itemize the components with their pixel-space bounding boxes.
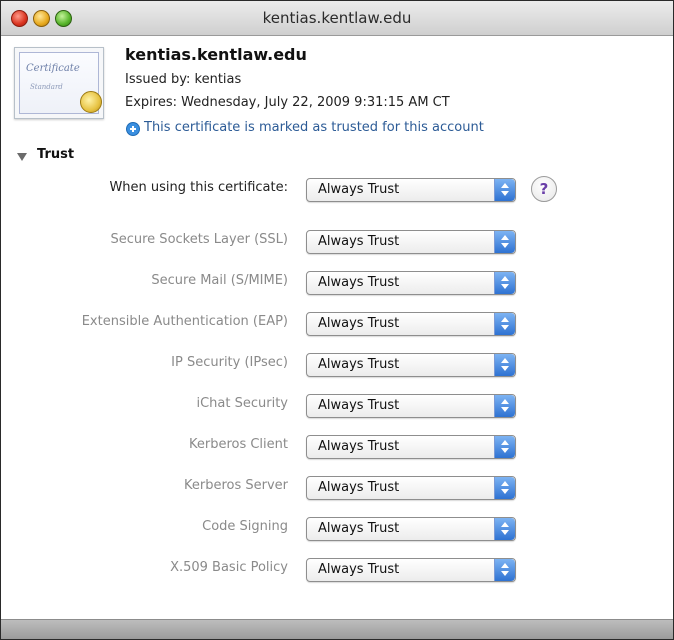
trust-section-label: Trust — [37, 147, 75, 162]
certificate-icon-text: Certificate — [26, 63, 80, 74]
policy-label-x509: X.509 Basic Policy — [170, 560, 288, 575]
popup-arrows-icon — [494, 354, 515, 376]
certificate-icon-subtext: Standard — [30, 83, 63, 91]
help-button[interactable]: ? — [531, 176, 557, 202]
popup-arrows-icon — [494, 395, 515, 417]
trust-main-value: Always Trust — [318, 182, 400, 197]
policy-popup-ipsec[interactable]: Always Trust — [306, 353, 516, 377]
policy-value: Always Trust — [318, 398, 400, 413]
certificate-name: kentias.kentlaw.edu — [125, 45, 307, 64]
policy-value: Always Trust — [318, 562, 400, 577]
policy-label-kerberos-client: Kerberos Client — [188, 437, 288, 452]
popup-arrows-icon — [494, 231, 515, 253]
disclosure-triangle-icon[interactable] — [17, 153, 27, 161]
policy-label-ipsec: IP Security (IPsec) — [171, 355, 288, 370]
window-title: kentias.kentlaw.edu — [262, 9, 412, 27]
trusted-note-text: This certificate is marked as trusted fo… — [144, 120, 484, 135]
seal-icon — [80, 91, 102, 113]
bottom-bar — [1, 619, 673, 639]
policy-value: Always Trust — [318, 275, 400, 290]
policy-value: Always Trust — [318, 357, 400, 372]
certificate-window: kentias.kentlaw.edu Certificate Standard… — [0, 0, 674, 640]
policy-value: Always Trust — [318, 316, 400, 331]
expiration-date: Expires: Wednesday, July 22, 2009 9:31:1… — [125, 95, 450, 110]
policy-label-ssl: Secure Sockets Layer (SSL) — [110, 232, 288, 247]
popup-arrows-icon — [494, 313, 515, 335]
policy-popup-ssl[interactable]: Always Trust — [306, 230, 516, 254]
popup-arrows-icon — [494, 518, 515, 540]
policy-label-smime: Secure Mail (S/MIME) — [151, 273, 288, 288]
policy-label-ichat: iChat Security — [196, 396, 288, 411]
issued-by: Issued by: kentias — [125, 72, 242, 87]
policy-value: Always Trust — [318, 439, 400, 454]
policy-popup-kerberos-client[interactable]: Always Trust — [306, 435, 516, 459]
policy-value: Always Trust — [318, 234, 400, 249]
popup-arrows-icon — [494, 477, 515, 499]
plus-icon — [126, 122, 140, 136]
certificate-icon: Certificate Standard — [14, 47, 104, 119]
policy-popup-x509[interactable]: Always Trust — [306, 558, 516, 582]
policy-value: Always Trust — [318, 521, 400, 536]
popup-arrows-icon — [494, 179, 515, 201]
policy-value: Always Trust — [318, 480, 400, 495]
policy-popup-kerberos-server[interactable]: Always Trust — [306, 476, 516, 500]
policy-popup-ichat[interactable]: Always Trust — [306, 394, 516, 418]
popup-arrows-icon — [494, 272, 515, 294]
popup-arrows-icon — [494, 559, 515, 581]
policy-popup-code-signing[interactable]: Always Trust — [306, 517, 516, 541]
policy-popup-smime[interactable]: Always Trust — [306, 271, 516, 295]
trust-main-label: When using this certificate: — [109, 180, 288, 195]
policy-label-kerberos-server: Kerberos Server — [183, 478, 288, 493]
title-bar: kentias.kentlaw.edu — [1, 1, 673, 36]
policy-label-eap: Extensible Authentication (EAP) — [81, 314, 288, 329]
popup-arrows-icon — [494, 436, 515, 458]
policy-popup-eap[interactable]: Always Trust — [306, 312, 516, 336]
policy-label-code-signing: Code Signing — [202, 519, 288, 534]
trust-main-popup[interactable]: Always Trust — [306, 178, 516, 202]
